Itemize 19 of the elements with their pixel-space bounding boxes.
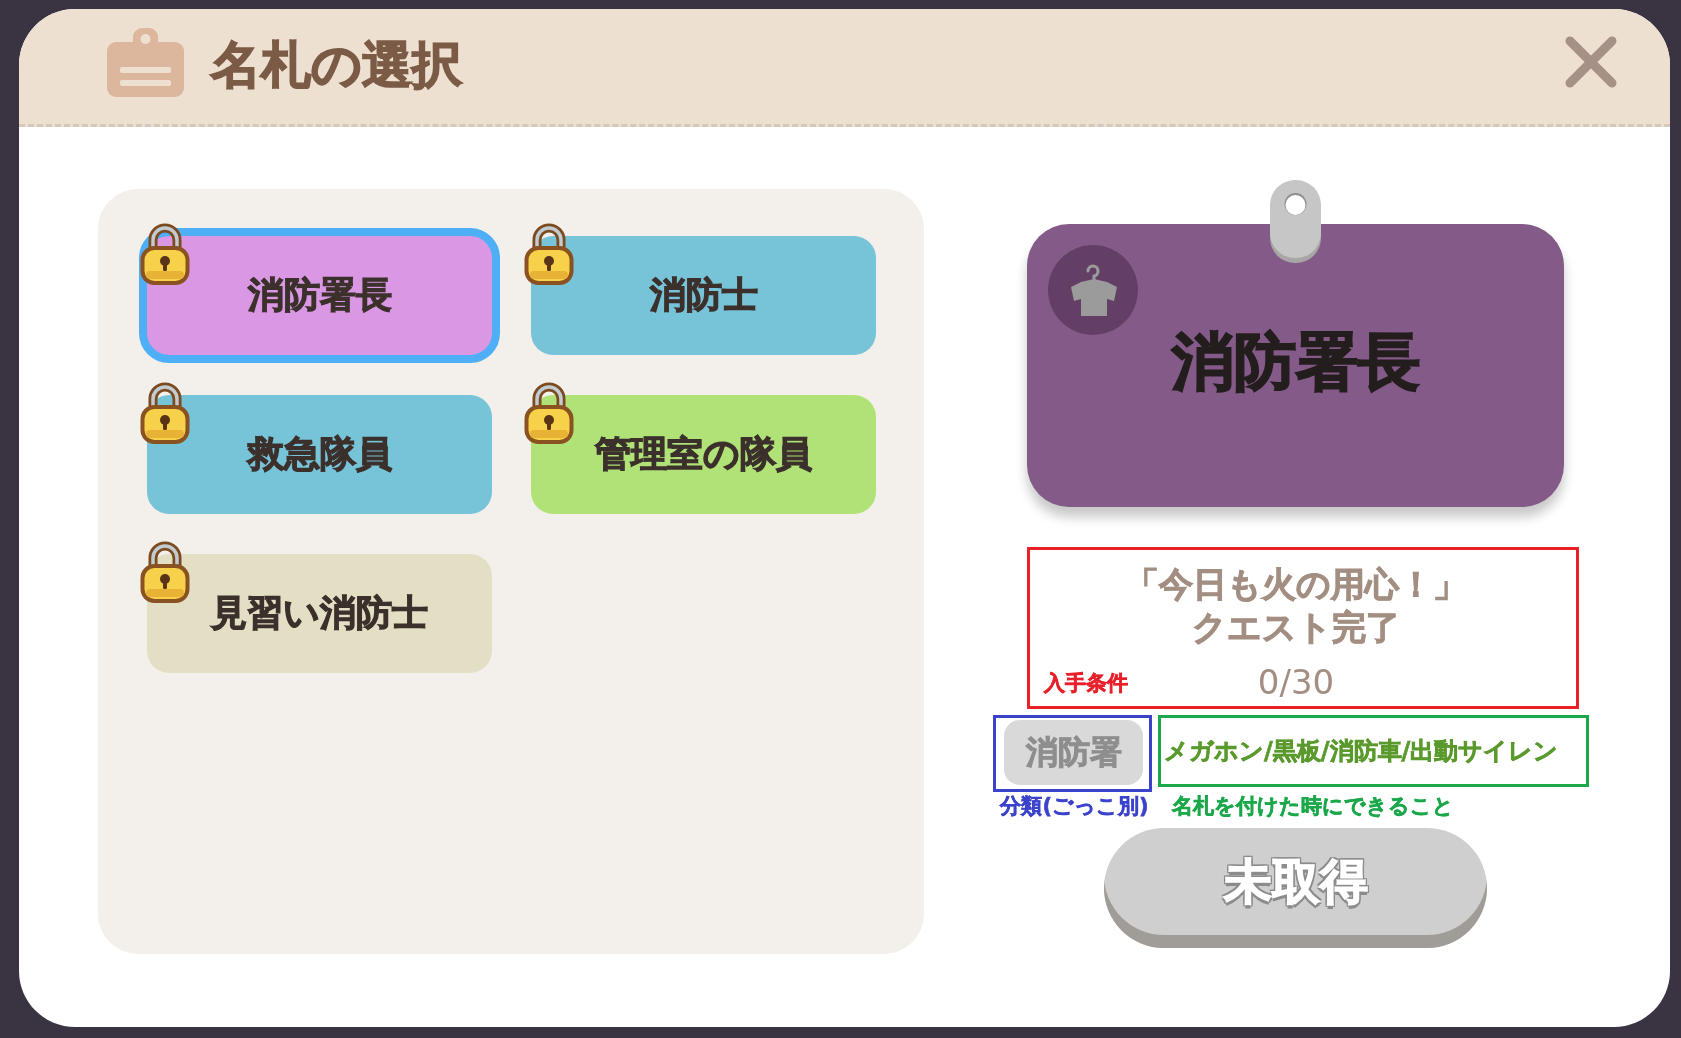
progress-count: 0/30 [1257,661,1335,704]
category-tag: 消防署 [1004,720,1143,785]
name-badge-icon [107,28,184,97]
close-icon[interactable] [1565,35,1617,88]
quest-status-text: クエスト完了 [1192,606,1400,649]
annotation-label: 入手条件 [1044,670,1128,696]
dialog-title: 名札の選択 [211,34,463,95]
name-tag-button[interactable]: 見習い消防士 [147,554,492,673]
annotation-label: 名札を付けた時にできること [1172,793,1454,819]
abilities-text: メガホン/黒板/消防車/出動サイレン [1164,736,1559,767]
name-tag-button[interactable]: 救急隊員 [147,395,492,514]
name-tag-button[interactable]: 消防士 [531,236,876,355]
name-tag-button[interactable]: 消防署長 [139,228,500,363]
quest-name-text: 「今日も火の用心！」 [1125,563,1467,606]
annotation-label: 分類(ごっこ別) [1000,793,1149,819]
tag-clip-icon [1270,180,1321,263]
shirt-on-hanger-icon [1048,245,1138,335]
name-tag-title: 消防署長 [1171,323,1420,400]
name-tag-button[interactable]: 管理室の隊員 [531,395,876,514]
